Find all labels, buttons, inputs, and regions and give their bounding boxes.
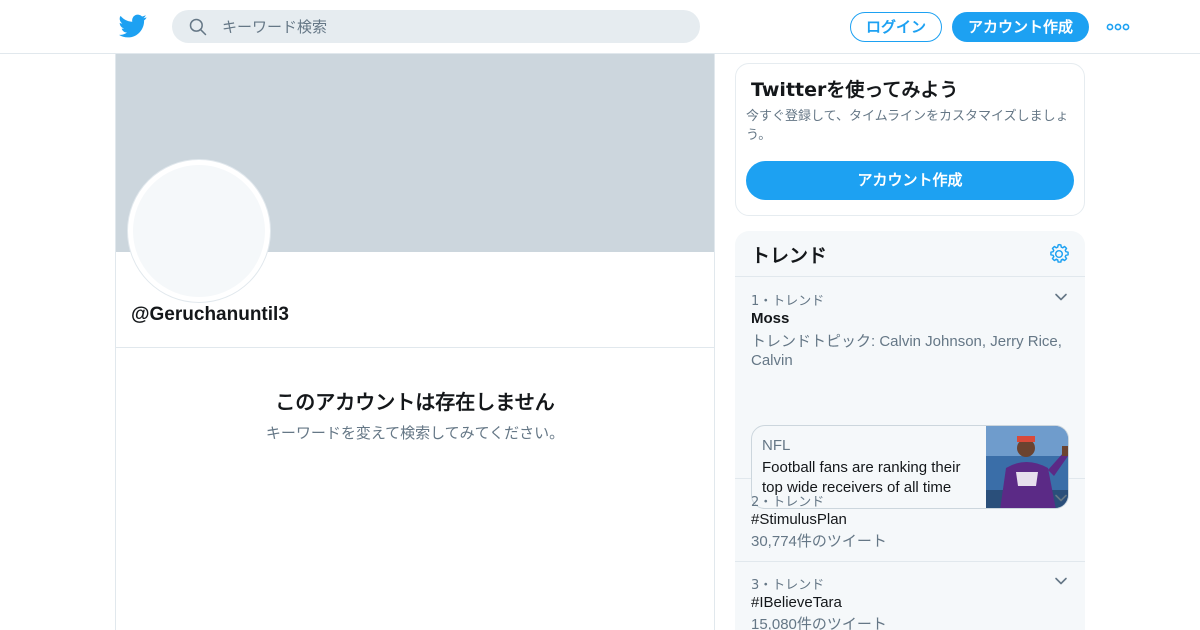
divider bbox=[116, 347, 714, 348]
trend-item[interactable]: 3・トレンド #IBelieveTara 15,080件のツイート bbox=[735, 562, 1085, 630]
twitter-bird-icon[interactable] bbox=[119, 12, 147, 40]
avatar bbox=[128, 160, 270, 302]
trend-name: #IBelieveTara bbox=[751, 594, 842, 611]
more-icon[interactable] bbox=[1106, 19, 1130, 35]
trends-title: トレンド bbox=[751, 245, 828, 267]
trends-header: トレンド bbox=[735, 231, 1085, 277]
login-button[interactable]: ログイン bbox=[850, 12, 942, 42]
trend-name: #StimulusPlan bbox=[751, 511, 847, 528]
empty-state-subtitle: キーワードを変えて検索してみてください。 bbox=[265, 424, 565, 442]
search-input[interactable] bbox=[222, 10, 682, 43]
chevron-down-icon[interactable] bbox=[1053, 490, 1069, 506]
top-bar: ログイン アカウント作成 bbox=[0, 0, 1200, 54]
signup-card-button[interactable]: アカウント作成 bbox=[746, 161, 1074, 200]
gear-icon[interactable] bbox=[1048, 243, 1070, 265]
chevron-down-icon[interactable] bbox=[1053, 289, 1069, 305]
trend-item[interactable]: 1・トレンド Moss トレンドトピック: Calvin Johnson, Je… bbox=[735, 277, 1085, 509]
trend-name: Moss bbox=[751, 310, 790, 327]
news-source: NFL bbox=[762, 437, 791, 454]
trend-description: トレンドトピック: Calvin Johnson, Jerry Rice, Ca… bbox=[751, 333, 1062, 369]
trend-tweet-count: 30,774件のツイート bbox=[751, 533, 887, 550]
trends-panel: トレンド 1・トレンド Moss トレンドトピック: Calvin Johnso… bbox=[735, 231, 1085, 630]
signup-button[interactable]: アカウント作成 bbox=[952, 12, 1089, 42]
signup-card-title: Twitterを使ってみよう bbox=[751, 79, 959, 101]
trend-rank: 1・トレンド bbox=[751, 294, 825, 309]
search-box[interactable] bbox=[172, 10, 700, 43]
trend-rank: 2・トレンド bbox=[751, 495, 825, 510]
chevron-down-icon[interactable] bbox=[1053, 573, 1069, 589]
trend-rank: 3・トレンド bbox=[751, 578, 825, 593]
empty-state-title: このアカウントは存在しません bbox=[275, 390, 555, 414]
signup-card-description: 今すぐ登録して、タイムラインをカスタマイズしましょう。 bbox=[746, 109, 1069, 143]
trend-tweet-count: 15,080件のツイート bbox=[751, 616, 887, 630]
search-icon bbox=[189, 18, 207, 36]
signup-card: Twitterを使ってみよう 今すぐ登録して、タイムラインをカスタマイズしましょ… bbox=[735, 63, 1085, 216]
trend-item[interactable]: 2・トレンド #StimulusPlan 30,774件のツイート bbox=[735, 479, 1085, 562]
profile-handle: @Geruchanuntil3 bbox=[131, 304, 289, 325]
profile-column: @Geruchanuntil3 このアカウントは存在しません キーワードを変えて… bbox=[115, 54, 715, 630]
